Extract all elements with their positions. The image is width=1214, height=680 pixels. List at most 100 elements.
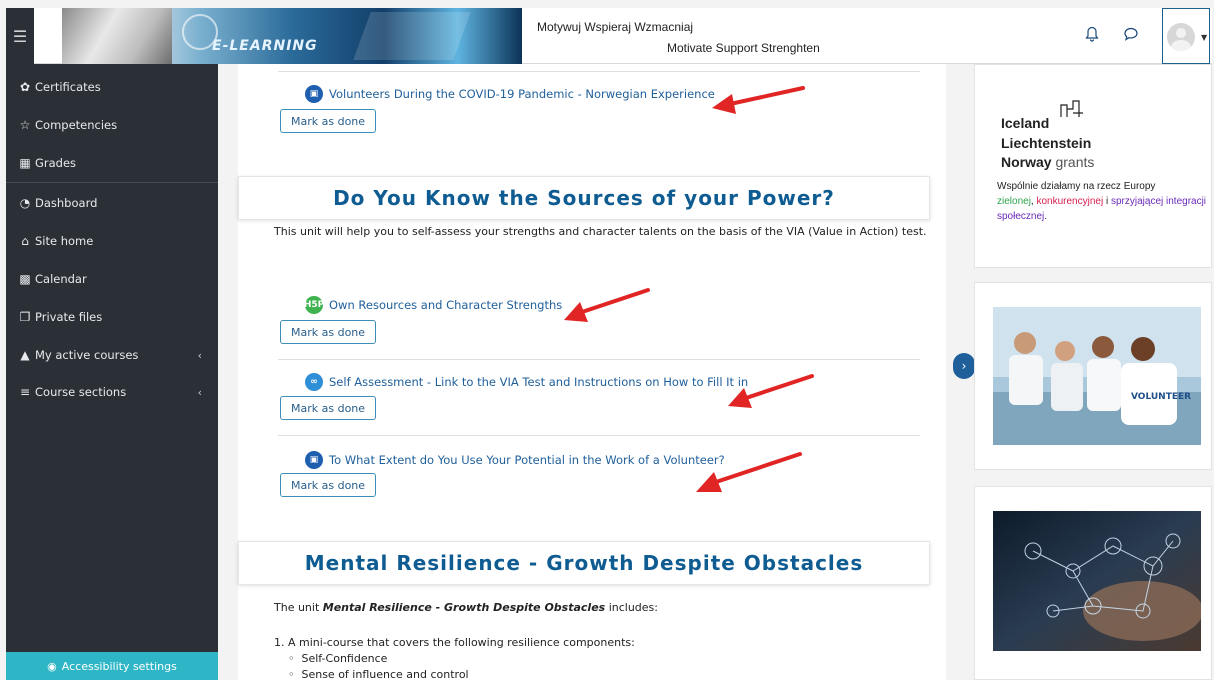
nav-competencies[interactable]: ☆ Competencies <box>6 111 218 139</box>
nav-calendar[interactable]: ▩ Calendar <box>6 265 218 293</box>
activity-potential-volunteer[interactable]: ▣ To What Extent do You Use Your Potenti… <box>305 451 725 469</box>
tech-photo-block <box>974 486 1212 680</box>
desc-end: . <box>1044 211 1048 222</box>
bullet-label: Sense of influence and control <box>301 668 469 680</box>
eea-norway-label: Norway <box>1001 154 1052 170</box>
intro-emphasis: Mental Resilience - Growth Despite Obsta… <box>322 601 606 614</box>
nav-divider <box>6 182 218 183</box>
red-arrow-annotation <box>712 86 805 114</box>
accessibility-label: Accessibility settings <box>61 659 177 673</box>
page-icon: ▣ <box>305 451 323 469</box>
nav-label: Dashboard <box>35 196 98 210</box>
activity-covid-volunteers[interactable]: ▣ Volunteers During the COVID-19 Pandemi… <box>305 85 715 103</box>
section-title-mental-resilience: Mental Resilience - Growth Despite Obsta… <box>238 541 930 585</box>
site-title-polish: Motywuj Wspieraj Wzmacniaj <box>537 20 694 34</box>
technology-network-photo <box>993 511 1201 651</box>
nav-label: Course sections <box>35 385 127 399</box>
red-arrow-annotation <box>728 374 814 408</box>
list-item: 1. A mini-course that covers the followi… <box>274 636 635 649</box>
activity-divider <box>278 71 920 72</box>
star-icon: ☆ <box>19 118 31 132</box>
activity-link[interactable]: Own Resources and Character Strengths <box>329 298 562 312</box>
nav-certificates[interactable]: ✿ Certificates <box>6 73 218 101</box>
nav-label: Site home <box>35 234 94 248</box>
nav-private-files[interactable]: ❐ Private files <box>6 303 218 331</box>
volunteers-photo: VOLUNTEER <box>993 307 1201 445</box>
accessibility-settings-button[interactable]: ◉ Accessibility settings <box>6 652 218 680</box>
eea-grants-logo <box>1060 100 1083 117</box>
intro-text: The unit <box>274 601 323 614</box>
activity-divider <box>278 435 920 436</box>
section-title-sources-of-power: Do You Know the Sources of your Power? <box>238 176 930 220</box>
activity-link[interactable]: Volunteers During the COVID-19 Pandemic … <box>329 87 715 101</box>
nav-grades[interactable]: ▦ Grades <box>6 149 218 177</box>
bullet-label: Self-Confidence <box>301 652 388 665</box>
desc-green: zielonej <box>997 196 1031 207</box>
activity-divider <box>278 359 920 360</box>
top-navbar: ☰ E-LEARNING Motywuj Wspieraj Wzmacniaj … <box>6 8 1212 64</box>
nav-label: Certificates <box>35 80 101 94</box>
intro-text-end: includes: <box>605 601 658 614</box>
chevron-left-icon[interactable]: ‹ <box>198 349 202 362</box>
section-description: This unit will help you to self-assess y… <box>274 225 927 238</box>
dashboard-icon: ◔ <box>19 196 31 210</box>
eea-iceland: Iceland <box>1001 115 1050 131</box>
chat-icon[interactable] <box>1121 26 1141 46</box>
bell-icon[interactable] <box>1082 26 1102 46</box>
nav-label: Competencies <box>35 118 118 132</box>
page-icon: ▣ <box>305 85 323 103</box>
desc-text: Wspólnie działamy na rzecz Europy <box>997 181 1156 192</box>
drawer-toggle-button[interactable]: › <box>953 353 975 379</box>
grades-icon: ▦ <box>19 156 31 170</box>
files-icon: ❐ <box>19 310 31 324</box>
site-banner[interactable]: E-LEARNING <box>62 8 522 64</box>
activity-self-assessment[interactable]: ∞ Self Assessment - Link to the VIA Test… <box>305 373 748 391</box>
activity-own-resources[interactable]: H5P Own Resources and Character Strength… <box>304 296 562 314</box>
section-intro: The unit Mental Resilience - Growth Desp… <box>274 600 924 616</box>
h5p-icon: H5P <box>304 296 324 314</box>
red-arrow-annotation <box>696 452 802 492</box>
activity-link[interactable]: To What Extent do You Use Your Potential… <box>329 453 725 467</box>
nav-dashboard[interactable]: ◔ Dashboard <box>6 189 218 217</box>
avatar[interactable] <box>1167 23 1195 51</box>
banner-photo-left <box>62 8 172 64</box>
nav-my-active-courses[interactable]: ▲ My active courses ‹ <box>6 341 218 369</box>
accessibility-icon: ◉ <box>47 659 57 673</box>
mark-as-done-button[interactable]: Mark as done <box>280 320 377 344</box>
activity-link[interactable]: Self Assessment - Link to the VIA Test a… <box>329 375 748 389</box>
course-content <box>238 64 946 680</box>
nav-label: My active courses <box>35 348 139 362</box>
bullet-item: ◦ Sense of influence and control <box>288 667 469 680</box>
nav-label: Private files <box>35 310 103 324</box>
link-icon: ∞ <box>305 373 323 391</box>
banner-text: E-LEARNING <box>212 38 318 54</box>
mark-as-done-button[interactable]: Mark as done <box>280 396 377 420</box>
chevron-left-icon[interactable]: ‹ <box>198 386 202 399</box>
eea-norway: Norway grants <box>1001 154 1094 170</box>
certificate-icon: ✿ <box>19 80 31 94</box>
eea-liechtenstein: Liechtenstein <box>1001 135 1092 151</box>
caret-down-icon[interactable]: ▼ <box>1201 33 1207 42</box>
graduation-cap-icon: ▲ <box>20 348 30 362</box>
site-title-english: Motivate Support Strenghten <box>667 41 820 55</box>
volunteer-shirt-text: VOLUNTEER <box>1131 392 1191 402</box>
left-drawer: ✿ Certificates ☆ Competencies ▦ Grades ◔… <box>6 64 218 680</box>
mark-as-done-button[interactable]: Mark as done <box>280 473 377 497</box>
hamburger-icon[interactable]: ☰ <box>6 8 34 64</box>
calendar-icon: ▩ <box>19 272 31 286</box>
red-arrow-annotation <box>564 288 650 322</box>
bullet-icon: ◦ <box>288 652 302 665</box>
mark-as-done-button[interactable]: Mark as done <box>280 109 377 133</box>
nav-site-home[interactable]: ⌂ Site home <box>6 227 218 255</box>
banner-stripe-decoration <box>353 12 471 60</box>
user-menu[interactable]: ▼ <box>1162 8 1210 64</box>
eea-description: Wspólnie działamy na rzecz Europy zielon… <box>997 179 1207 224</box>
volunteers-photo-block: VOLUNTEER <box>974 282 1212 470</box>
home-icon: ⌂ <box>21 234 29 248</box>
eea-grants-label: grants <box>1055 154 1095 170</box>
desc-red: konkurencyjnej <box>1036 196 1104 207</box>
nav-label: Calendar <box>35 272 87 286</box>
nav-label: Grades <box>35 156 77 170</box>
list-icon: ≡ <box>19 385 31 399</box>
nav-course-sections[interactable]: ≡ Course sections ‹ <box>6 378 218 406</box>
